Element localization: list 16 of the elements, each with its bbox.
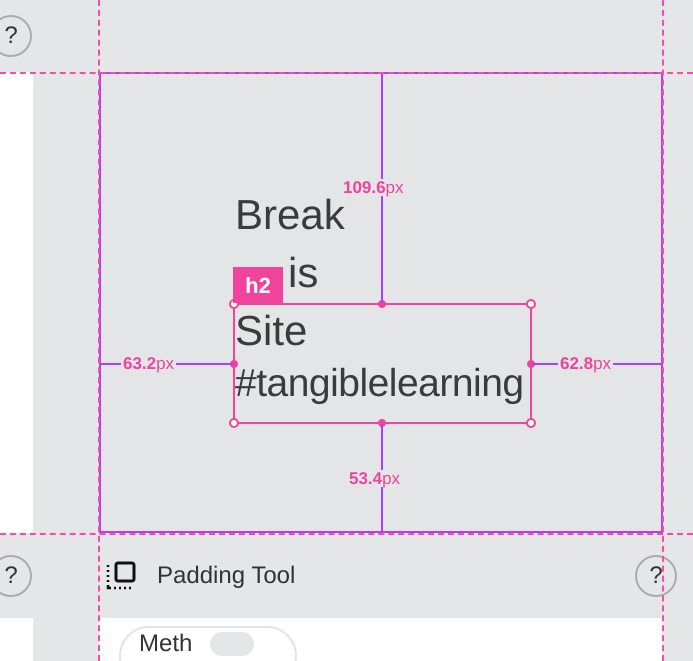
help-button[interactable]: ? — [0, 15, 32, 57]
hashtag-text: #tangiblelearning — [235, 361, 524, 407]
help-button[interactable]: ? — [635, 554, 677, 596]
measurement-label: 109.6px — [341, 179, 406, 196]
heading-text: is — [288, 248, 318, 298]
side-panel — [0, 618, 33, 661]
element-tag: h2 — [233, 267, 283, 303]
help-button[interactable]: ? — [0, 554, 32, 596]
heading-text: Site — [235, 306, 308, 356]
panel-title: Padding Tool — [157, 560, 296, 590]
measurement-label: 63.2px — [121, 355, 176, 372]
padding-icon — [105, 560, 137, 592]
toggle-icon — [210, 632, 254, 656]
method-option[interactable]: Meth — [119, 626, 297, 661]
measurement-label: 53.4px — [347, 470, 402, 487]
measurement-label: 62.8px — [558, 355, 614, 372]
